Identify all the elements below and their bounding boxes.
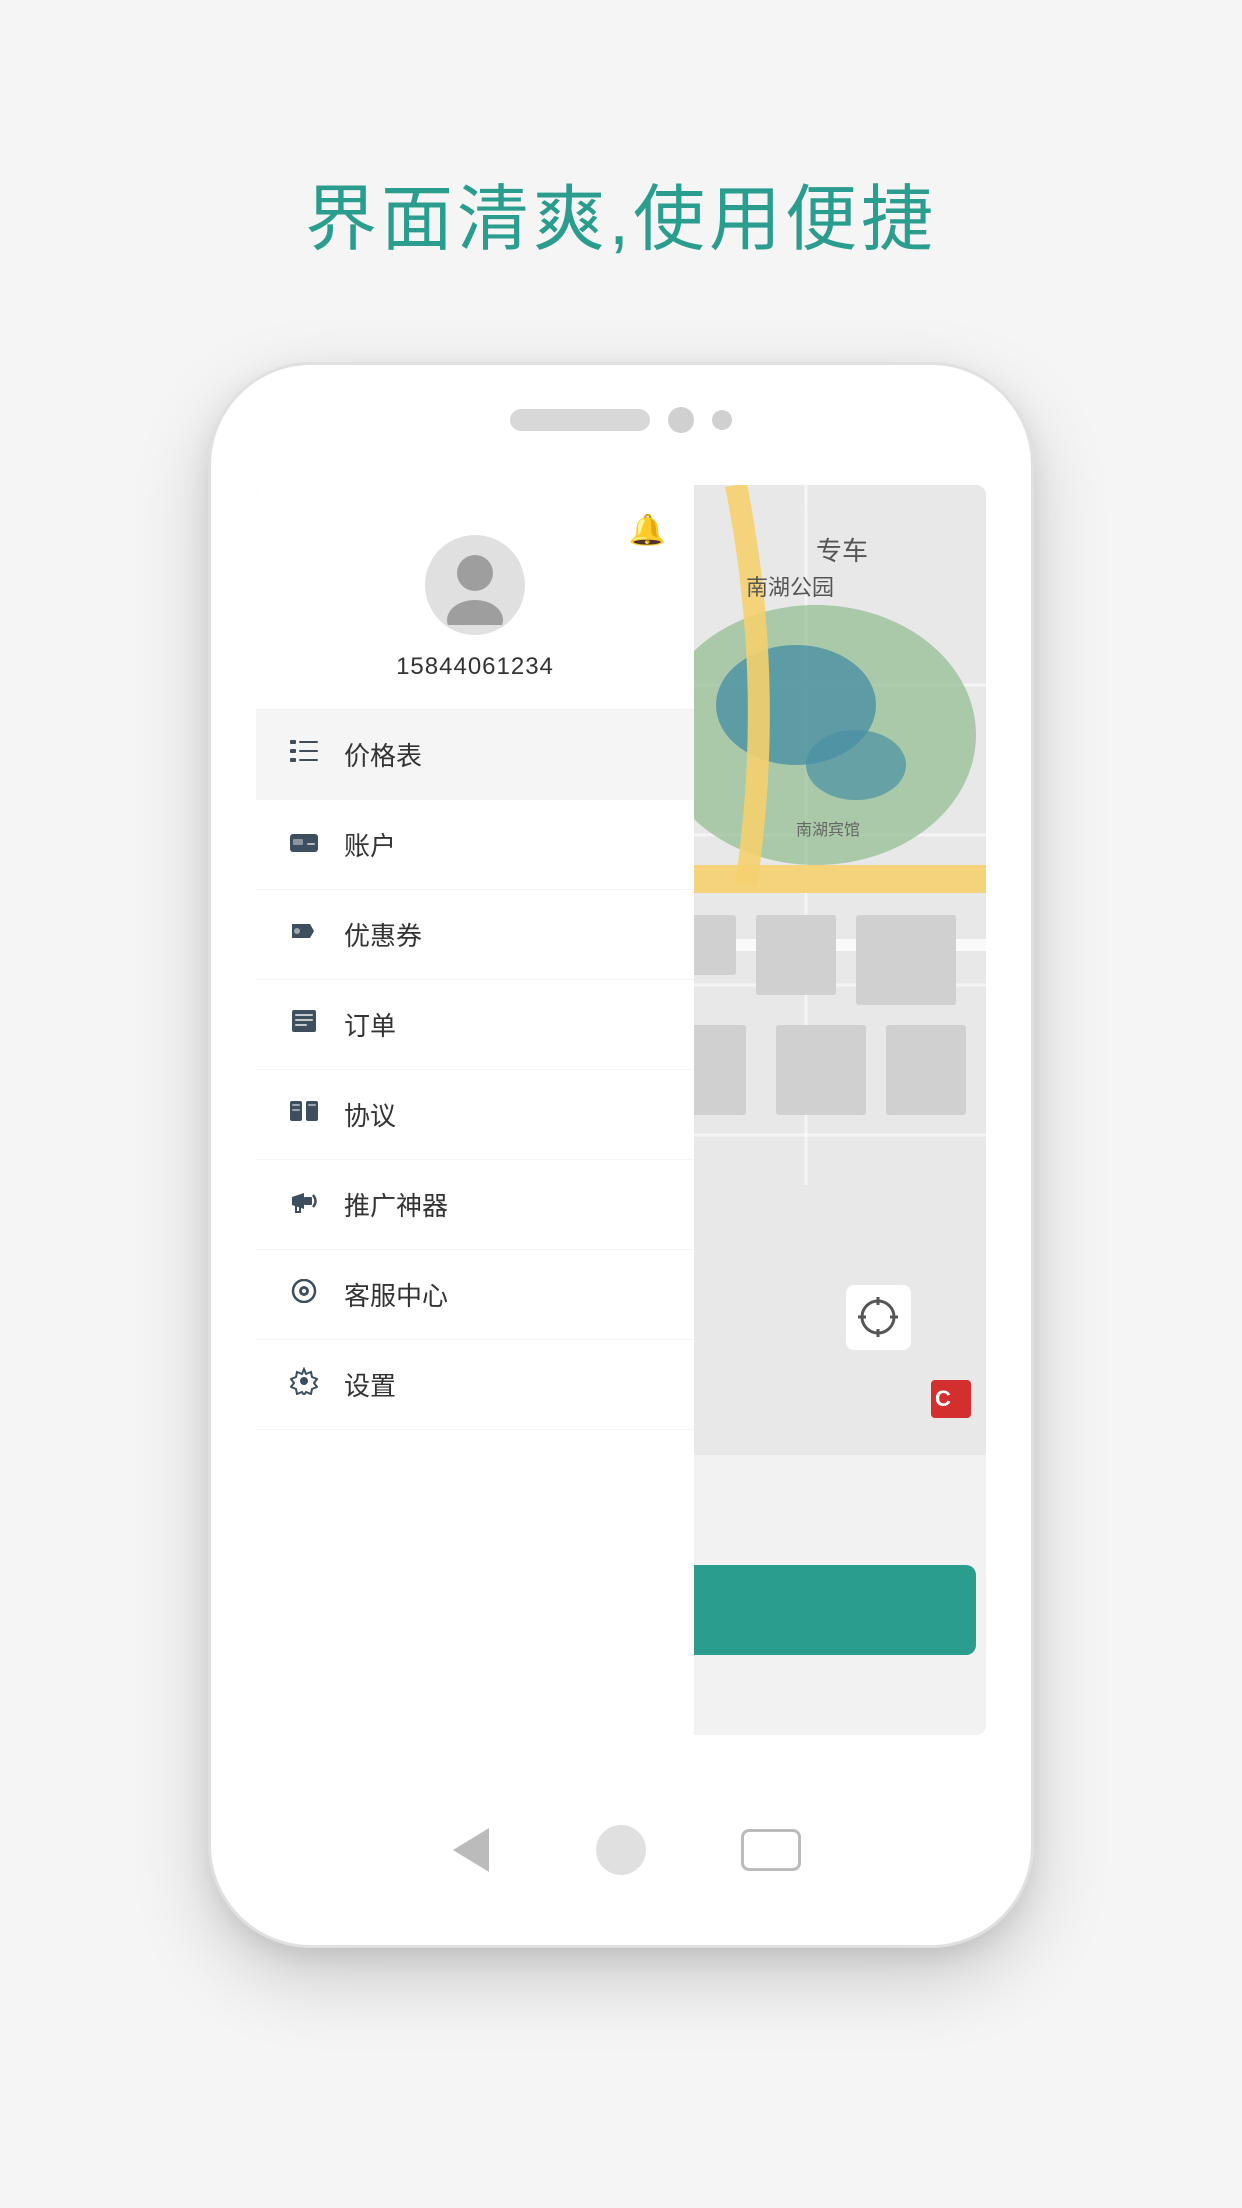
menu-item-orders[interactable]: 订单	[256, 980, 694, 1070]
camera-dot2	[712, 410, 732, 430]
phone-bottom-bar	[436, 1815, 806, 1885]
menu-item-agreement[interactable]: 协议	[256, 1070, 694, 1160]
settings-label: 设置	[344, 1366, 396, 1403]
menu-item-customer-service[interactable]: 客服中心	[256, 1250, 694, 1340]
account-label: 账户	[344, 826, 396, 863]
home-button[interactable]	[586, 1815, 656, 1885]
svg-text:C: C	[935, 1386, 951, 1411]
price-list-icon	[286, 740, 322, 769]
speaker-slot	[510, 409, 650, 431]
page-title: 界面清爽,使用便捷	[305, 160, 937, 265]
account-icon	[286, 830, 322, 859]
menu-item-coupon[interactable]: 优惠券	[256, 890, 694, 980]
svg-text:专车: 专车	[816, 536, 868, 566]
menu-item-promotion[interactable]: 推广神器	[256, 1160, 694, 1250]
coupon-label: 优惠券	[344, 916, 422, 953]
agreement-icon	[286, 1099, 322, 1130]
orders-icon	[286, 1010, 322, 1039]
menu-item-price-list[interactable]: 价格表	[256, 710, 694, 800]
promotion-label: 推广神器	[344, 1186, 448, 1223]
settings-icon	[286, 1367, 322, 1402]
bell-icon[interactable]: 🔔	[629, 513, 666, 548]
orders-label: 订单	[344, 1006, 396, 1043]
promotion-icon	[286, 1189, 322, 1220]
phone-top-bar	[510, 407, 732, 433]
customer-service-icon	[286, 1279, 322, 1310]
back-button[interactable]	[436, 1815, 506, 1885]
svg-text:南湖宾馆: 南湖宾馆	[796, 821, 860, 839]
avatar	[425, 535, 525, 635]
coupon-icon	[286, 920, 322, 949]
menu-list: 价格表 账户	[256, 710, 694, 1735]
user-phone-number: 15844061234	[396, 653, 554, 681]
sidebar: 🔔 15844061234	[256, 485, 694, 1735]
agreement-label: 协议	[344, 1096, 396, 1133]
phone-mockup: 南湖公园 南湖大路 南湖宾馆 大学(南 元 C 专车	[211, 365, 1031, 1945]
camera-dot	[668, 407, 694, 433]
customer-service-label: 客服中心	[344, 1276, 448, 1313]
svg-text:南湖公园: 南湖公园	[746, 575, 834, 600]
price-list-label: 价格表	[344, 736, 422, 773]
phone-screen: 南湖公园 南湖大路 南湖宾馆 大学(南 元 C 专车	[256, 485, 986, 1735]
menu-item-account[interactable]: 账户	[256, 800, 694, 890]
recents-button[interactable]	[736, 1815, 806, 1885]
menu-item-settings[interactable]: 设置	[256, 1340, 694, 1430]
